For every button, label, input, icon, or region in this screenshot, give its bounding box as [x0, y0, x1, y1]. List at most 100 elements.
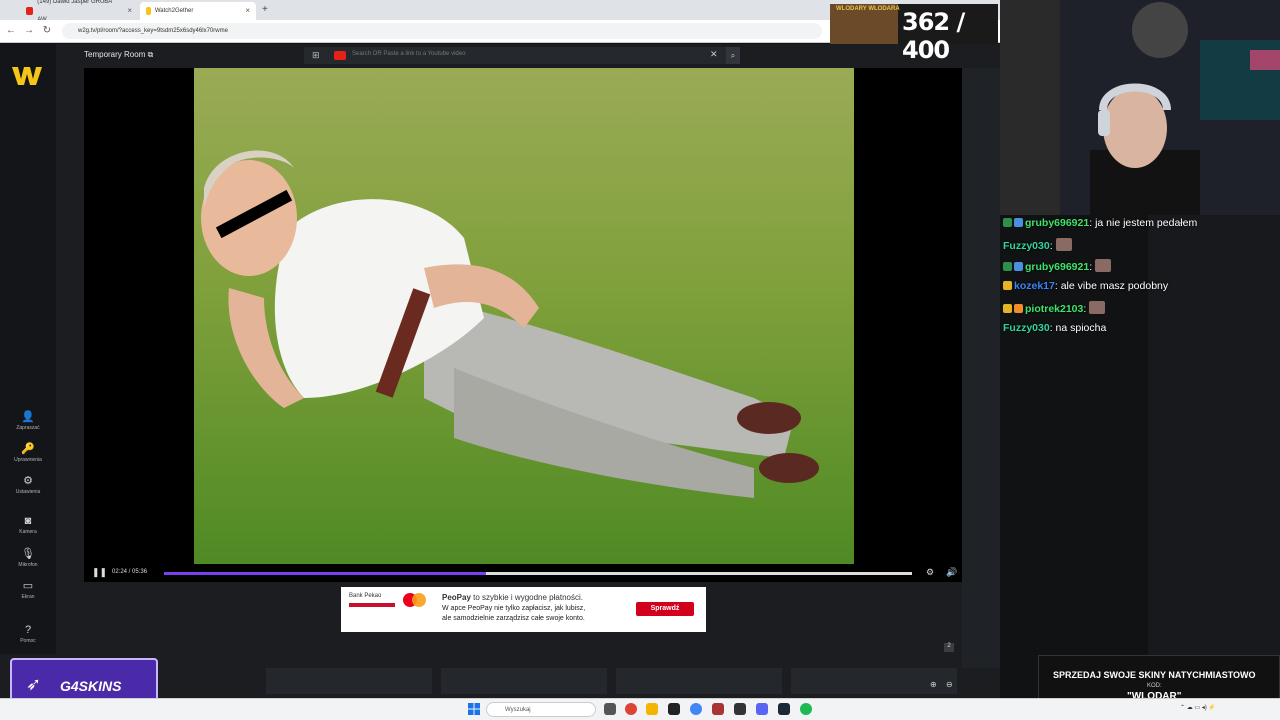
zoom-out-icon[interactable]: ⊖ [946, 680, 953, 689]
nav-label: Mikrofon [18, 562, 38, 568]
forward-icon[interactable]: → [22, 24, 36, 38]
w2g-logo [12, 67, 42, 85]
nav-permissions[interactable]: 🔑 Uprawnienia [0, 442, 56, 463]
mastercard-logo-overlap [412, 593, 426, 607]
progress-fill [164, 572, 486, 575]
room-title[interactable]: Temporary Room ⧉ [84, 50, 153, 60]
browser-tab[interactable]: (149) Dawid Jasper GRUBA AW... × [20, 0, 138, 23]
nav-screen[interactable]: ▭ Ekran [0, 579, 56, 600]
chat-emote-icon [1055, 238, 1072, 251]
help-icon: ? [24, 624, 32, 636]
sponsor-code-label: KOD: [1147, 683, 1162, 689]
chat-text: ale vibe masz podobny [1060, 280, 1169, 292]
chat-text: na spiocha [1055, 322, 1107, 334]
video-scene-image [194, 68, 854, 564]
back-icon[interactable]: ← [4, 24, 18, 38]
discord-icon[interactable] [756, 703, 768, 715]
close-icon[interactable]: × [127, 2, 132, 20]
video-search-bar: ⊞ Search OR Paste a link to a Youtube vi… [304, 47, 740, 64]
pause-button[interactable]: ❚❚ [92, 567, 107, 578]
ad-title: PeoPay to szybkie i wygodne płatności. [442, 593, 583, 602]
grid-icon[interactable]: ⊞ [312, 50, 320, 61]
app-icon[interactable] [668, 703, 680, 715]
chat-text: ja nie jestem pedałem [1095, 217, 1198, 229]
advertisement-banner[interactable]: Bank Pekao PeoPay to szybkie i wygodne p… [341, 587, 706, 632]
chat-badge-icon [1014, 218, 1023, 227]
clear-icon[interactable]: ✕ [710, 49, 718, 60]
time-display: 02:24 / 05:36 [112, 569, 148, 575]
url-field[interactable]: w2g.tv/pl/room/?access_key=9tsdm25x6sdy4… [62, 23, 822, 39]
video-frame[interactable] [194, 68, 854, 564]
chat-emote-icon [1089, 301, 1106, 314]
volume-icon[interactable]: 🔊 [946, 567, 957, 578]
task-view-icon[interactable] [604, 703, 616, 715]
search-input[interactable]: Search OR Paste a link to a Youtube vide… [352, 51, 465, 57]
chat-emote-icon [1095, 259, 1112, 272]
seek-bar[interactable] [164, 572, 912, 575]
steam-icon[interactable] [778, 703, 790, 715]
browser-icon[interactable] [690, 703, 702, 715]
nav-invite[interactable]: 👤 Zapraszać [0, 410, 56, 431]
chat-username: Fuzzy030 [1003, 240, 1050, 252]
copy-icon[interactable]: ⧉ [148, 50, 154, 59]
chat-badge-icon [1003, 262, 1012, 271]
zoom-in-icon[interactable]: ⊕ [930, 680, 937, 689]
nav-camera[interactable]: ◙ Kamera [0, 515, 56, 535]
playlist-thumb[interactable] [616, 668, 782, 694]
player-controls: ❚❚ 02:24 / 05:36 ⚙ 🔊 [84, 564, 962, 582]
goal-value: 362 / 400 [902, 8, 965, 64]
nav-help[interactable]: ? Pomoc [0, 624, 56, 644]
chat-message: gruby696921: ja nie jestem pedałem [1003, 217, 1197, 229]
nav-label: Kamera [19, 529, 37, 535]
chat-username: gruby696921 [1025, 261, 1090, 273]
g4skins-label: G4SKINS [60, 678, 122, 694]
browser-tab-active[interactable]: Watch2Gether × [140, 2, 256, 20]
nav-settings[interactable]: ⚙ Ustawienia [0, 474, 56, 495]
ad-cta-button[interactable]: Sprawdź [636, 602, 694, 616]
taskbar-search[interactable]: Wyszukaj [486, 702, 596, 717]
nav-label: Uprawnienia [14, 457, 42, 463]
chat-badge-icon [1003, 281, 1012, 290]
app-icon[interactable] [734, 703, 746, 715]
nav-label: Ekran [21, 594, 35, 600]
chat-badge-icon [1003, 218, 1012, 227]
chat-message: piotrek2103: [1003, 301, 1106, 315]
chrome-icon[interactable] [625, 703, 637, 715]
chat-message: Fuzzy030: [1003, 238, 1072, 252]
chat-badge-icon [1014, 304, 1023, 313]
close-icon[interactable]: × [245, 2, 250, 20]
new-tab-button[interactable]: + [262, 4, 268, 15]
ad-line-3: ale samodzielnie zarządzisz całe swoje k… [442, 615, 585, 622]
chat-overlay: gruby696921: ja nie jestem pedałem Fuzzy0… [1000, 215, 1248, 345]
youtube-icon [26, 7, 34, 15]
playlist-thumb[interactable] [441, 668, 607, 694]
w2g-icon [146, 7, 151, 15]
reload-icon[interactable]: ↻ [40, 24, 54, 38]
search-button[interactable]: ⌕ [726, 47, 740, 64]
system-tray[interactable]: ⌃ ☁ ▭ ◂) ⚡ [1180, 704, 1216, 711]
windows-taskbar: Wyszukaj ⌃ ☁ ▭ ◂) ⚡ [0, 698, 1280, 720]
tab-label: Watch2Gether [154, 8, 194, 14]
chat-badge-icon [1003, 304, 1012, 313]
goal-counter: WLODARY WLODARA 362 / 400 [830, 4, 998, 64]
add-user-icon: 👤 [21, 411, 35, 423]
chat-separator: : [1049, 240, 1056, 252]
folder-icon[interactable] [646, 703, 658, 715]
nav-label: Zapraszać [16, 425, 40, 431]
windows-start-icon[interactable] [468, 703, 480, 715]
chat-username: gruby696921 [1025, 217, 1090, 229]
app-icon[interactable] [712, 703, 724, 715]
gear-icon: ⚙ [23, 475, 33, 487]
playlist-thumb[interactable] [266, 668, 432, 694]
chat-badge-icon [1014, 262, 1023, 271]
chat-message: Fuzzy030: na spiocha [1003, 322, 1106, 334]
settings-icon[interactable]: ⚙ [926, 567, 934, 578]
spotify-icon[interactable] [800, 703, 812, 715]
monitor-icon: ▭ [22, 580, 34, 592]
microphone-icon: 🎙 [21, 548, 35, 560]
nav-microphone[interactable]: 🎙 Mikrofon [0, 547, 56, 568]
bank-logo: Bank Pekao [349, 593, 382, 599]
bank-logo-bar [349, 603, 395, 607]
chat-username: piotrek2103 [1025, 303, 1084, 315]
ad-line-2: W apce PeoPay nie tylko zapłacisz, jak l… [442, 605, 586, 612]
